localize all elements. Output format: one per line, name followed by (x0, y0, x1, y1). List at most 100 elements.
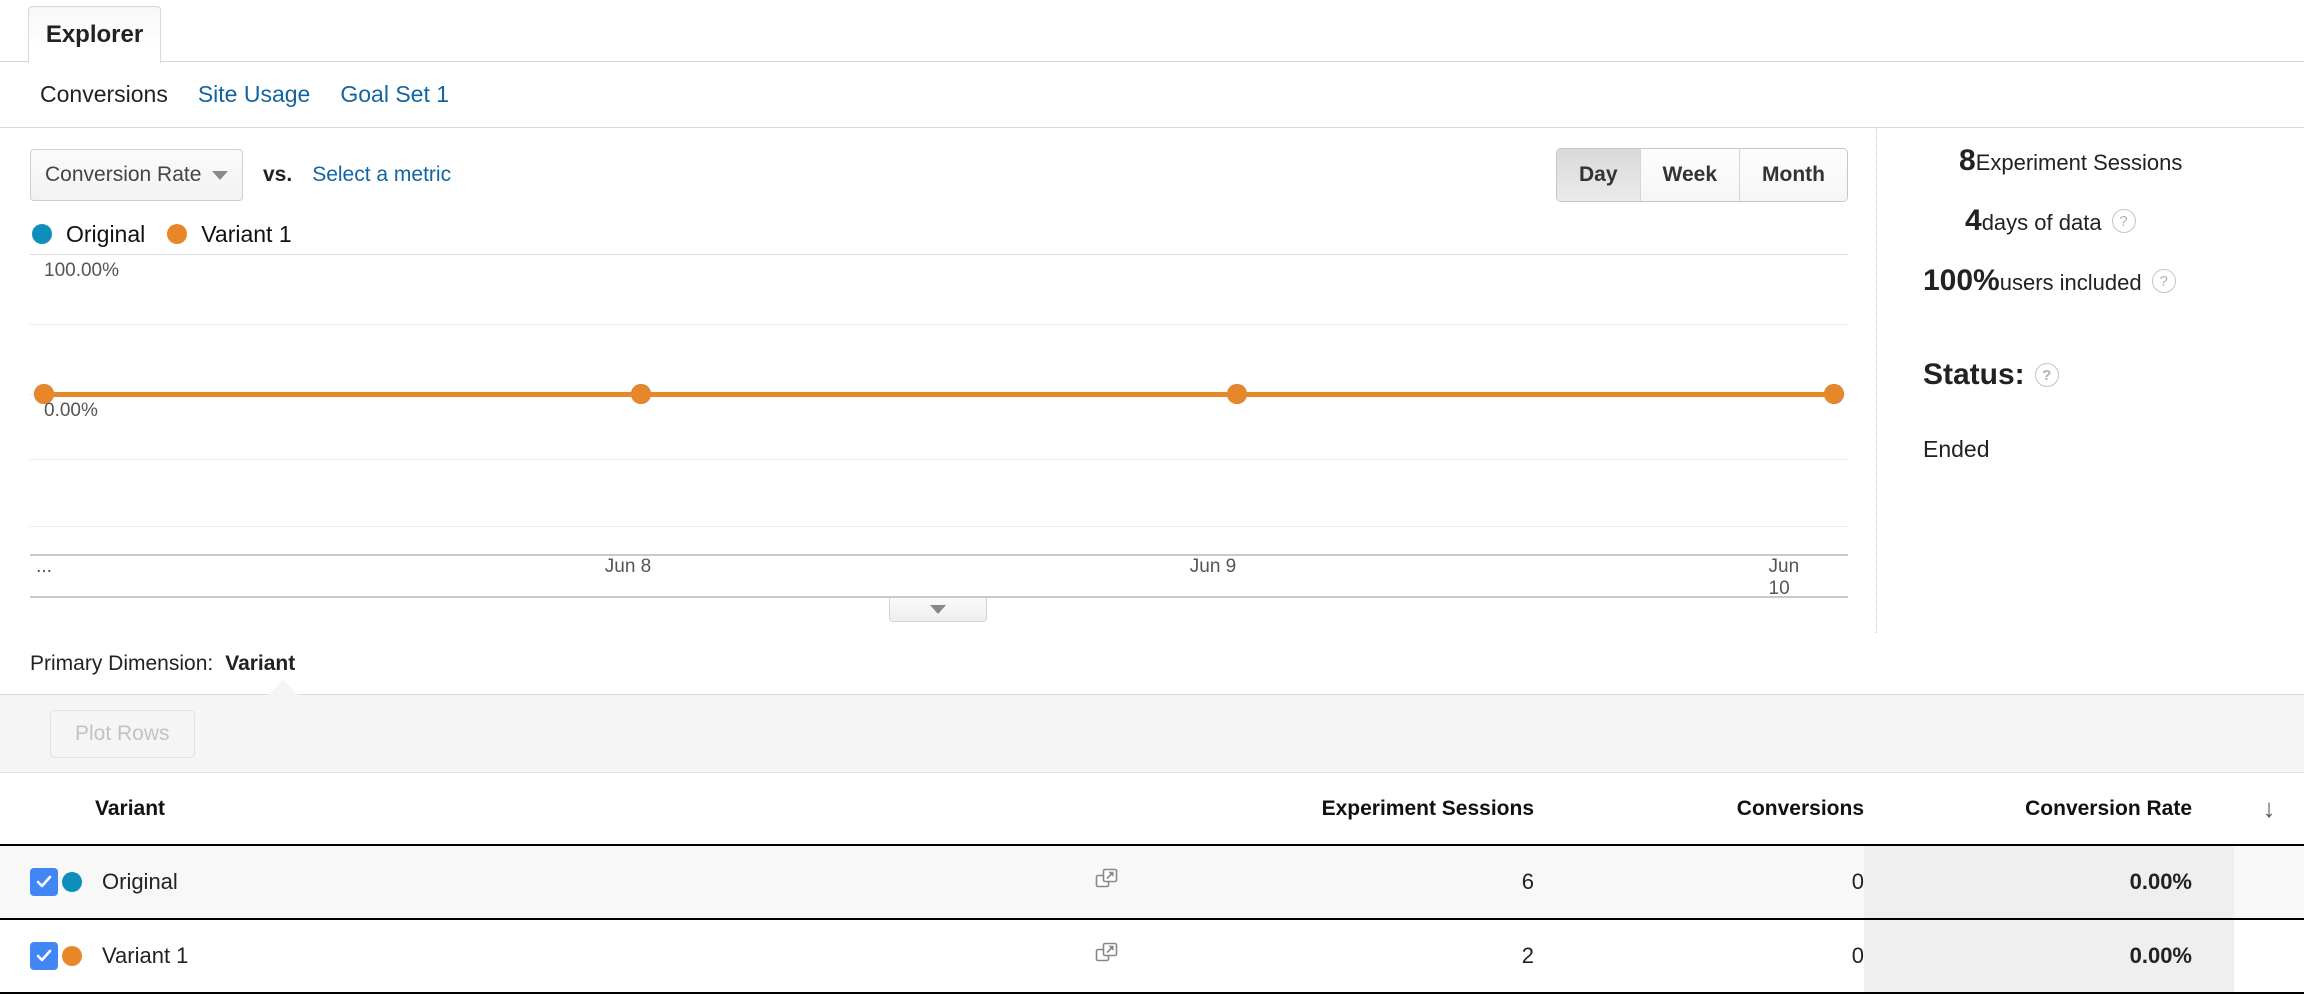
legend-color-dot-original (32, 224, 52, 244)
stat-sessions-label: Experiment Sessions (1975, 150, 2183, 175)
primary-dimension-label: Primary Dimension: (30, 651, 214, 675)
legend-label-original: Original (66, 220, 146, 247)
row-conversion-rate: 0.00% (1864, 919, 2234, 994)
row-open-report-cell (1054, 845, 1204, 920)
stat-sessions-value: 8 (1959, 144, 1976, 177)
row-checkbox[interactable] (30, 942, 58, 970)
chart-legend: Original Variant 1 (0, 200, 1876, 254)
help-icon[interactable]: ? (2151, 269, 2176, 293)
gridline-min (30, 526, 1848, 527)
row-rate-spacer (2234, 919, 2304, 994)
x-axis: ... Jun 8 Jun 9 Jun 10 (30, 556, 1848, 599)
variants-table: Variant Experiment Sessions Conversions … (0, 773, 2304, 994)
granularity-toggle: Day Week Month (1556, 148, 1848, 202)
row-open-report-cell (1054, 919, 1204, 994)
stat-experiment-sessions: 8 Experiment Sessions (1923, 144, 2304, 178)
help-icon[interactable]: ? (2034, 363, 2059, 387)
row-conversions: 0 (1534, 845, 1864, 920)
tab-explorer-label: Explorer (45, 21, 144, 48)
y-axis-label-zero: 0.00% (44, 400, 98, 421)
data-point[interactable] (1824, 384, 1844, 404)
line-chart: 100.00% 0.00% (30, 254, 1848, 554)
series-line-variant-1 (44, 391, 641, 397)
primary-dimension-notch (268, 680, 298, 695)
primary-dimension-value[interactable]: Variant (225, 652, 295, 676)
row-conversions: 0 (1534, 919, 1864, 994)
subnav-item-goal-set-1[interactable]: Goal Set 1 (340, 81, 449, 108)
x-tick-0: ... (36, 556, 52, 577)
sort-descending-icon[interactable]: ↓ (2234, 773, 2304, 846)
metric-select-value: Conversion Rate (45, 163, 202, 186)
status-value: Ended (1923, 436, 1990, 462)
gridline-25 (30, 459, 1848, 460)
subnav-item-site-usage[interactable]: Site Usage (198, 81, 311, 108)
data-point[interactable] (34, 384, 54, 404)
chevron-down-icon (212, 170, 228, 180)
select-a-metric-link[interactable]: Select a metric (312, 163, 451, 187)
col-header-sessions[interactable]: Experiment Sessions (1204, 773, 1534, 846)
data-point[interactable] (1227, 384, 1248, 404)
granularity-day[interactable]: Day (1557, 149, 1641, 201)
granularity-week[interactable]: Week (1640, 149, 1741, 201)
row-variant-cell: Original (62, 845, 1054, 920)
chart-and-summary: Conversion Rate vs. Select a metric Day … (0, 128, 2304, 633)
gridline-75 (30, 324, 1848, 325)
table-body: Original 6 0 0.00% Variant 1 2 0 0.00% (0, 845, 2304, 994)
legend-entry-original[interactable]: Original (32, 221, 145, 248)
primary-dimension-bar: Primary Dimension: Variant (0, 633, 2304, 695)
sort-arrow-glyph: ↓ (2262, 793, 2276, 823)
metric-select[interactable]: Conversion Rate (30, 149, 243, 201)
stat-days-value: 4 (1965, 204, 1982, 237)
stat-days-of-data: 4 days of data ? (1923, 204, 2304, 238)
stat-users-included: 100% users included ? (1923, 264, 2304, 298)
collapse-chart-handle[interactable] (889, 598, 987, 622)
subnav-item-conversions[interactable]: Conversions (40, 81, 168, 108)
col-header-conversions[interactable]: Conversions (1534, 773, 1864, 846)
x-tick-1: Jun 8 (604, 556, 652, 577)
stat-days-label: days of data (1981, 210, 2102, 235)
open-in-new-window-icon[interactable] (1094, 942, 1120, 971)
row-rate-spacer (2234, 845, 2304, 920)
row-color-dot (62, 872, 82, 892)
col-header-conversion-rate[interactable]: Conversion Rate (1864, 773, 2234, 846)
col-header-variant[interactable]: Variant (0, 773, 1204, 846)
legend-color-dot-variant-1 (167, 224, 188, 244)
series-line-variant-1 (1237, 391, 1834, 397)
row-color-dot (62, 946, 82, 966)
stat-users-label: users included (1999, 270, 2142, 295)
legend-entry-variant-1[interactable]: Variant 1 (167, 220, 292, 248)
y-axis-label-top: 100.00% (44, 260, 120, 281)
row-conversion-rate: 0.00% (1864, 845, 2234, 920)
row-variant-label: Variant 1 (102, 943, 189, 968)
stat-users-value: 100% (1923, 264, 2000, 297)
x-tick-3: Jun 10 (1768, 556, 1800, 599)
table-header-row: Variant Experiment Sessions Conversions … (0, 773, 2304, 846)
row-checkbox[interactable] (30, 868, 58, 896)
row-sessions: 2 (1204, 919, 1534, 994)
open-in-new-window-icon[interactable] (1094, 868, 1120, 897)
row-variant-label: Original (102, 869, 178, 894)
x-tick-2: Jun 9 (1189, 556, 1237, 577)
table-row: Variant 1 2 0 0.00% (0, 919, 2304, 994)
chevron-down-icon (930, 605, 946, 614)
status-heading: Status: ? (1923, 358, 2304, 392)
table-toolbar: Plot Rows (0, 695, 2304, 773)
gridline-100 (30, 254, 1848, 255)
chart-pane: Conversion Rate vs. Select a metric Day … (0, 128, 1876, 633)
report-subnav: Conversions Site Usage Goal Set 1 (0, 62, 2304, 128)
legend-label-variant-1: Variant 1 (201, 220, 292, 247)
vs-label: vs. (263, 163, 293, 186)
tab-explorer[interactable]: Explorer (28, 6, 161, 63)
row-checkbox-cell (0, 845, 62, 920)
plot-rows-button[interactable]: Plot Rows (50, 709, 195, 758)
granularity-month[interactable]: Month (1740, 149, 1847, 201)
row-variant-cell: Variant 1 (62, 919, 1054, 994)
data-point[interactable] (630, 384, 651, 404)
tab-strip: Explorer (0, 0, 2304, 63)
series-line-variant-1 (640, 391, 1238, 397)
row-checkbox-cell (0, 919, 62, 994)
help-icon[interactable]: ? (2111, 209, 2136, 233)
status-heading-label: Status: (1923, 358, 2025, 391)
table-row: Original 6 0 0.00% (0, 845, 2304, 920)
summary-pane: 8 Experiment Sessions 4 days of data ? 1… (1876, 128, 2304, 633)
